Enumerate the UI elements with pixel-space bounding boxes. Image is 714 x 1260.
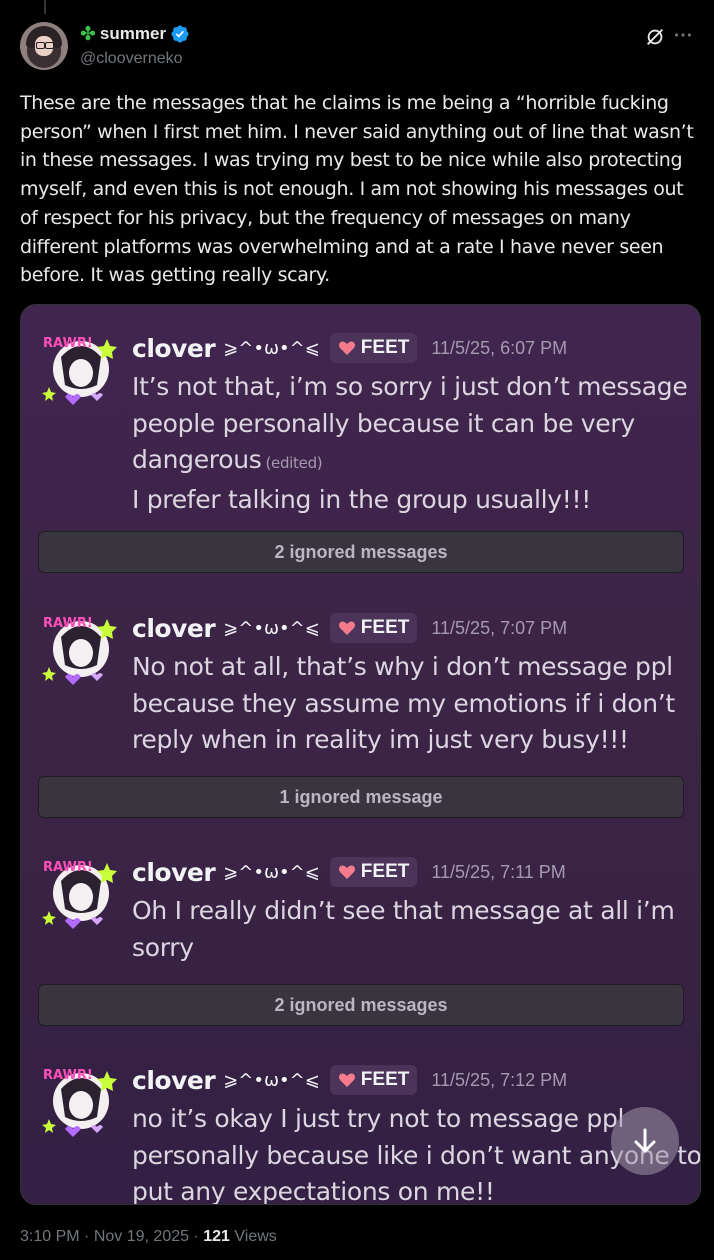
message-author: clover: [132, 333, 216, 363]
message-body: No not at all, that’s why i don’t messag…: [132, 652, 675, 754]
author-kaomoji: ⩾^•ω•^⩽: [223, 861, 320, 883]
tweet-meta: 3:10 PM · Nov 19, 2025 · 121 Views: [20, 1228, 277, 1245]
avatar-rawr-text: RAWR!: [43, 616, 93, 631]
message-body: It’s not that, i’m so sorry i just don’t…: [132, 372, 688, 514]
message-timestamp: 11/5/25, 6:07 PM: [431, 337, 568, 358]
role-tag: FEET: [329, 613, 418, 643]
views-count: 121: [203, 1228, 230, 1245]
more-options-icon[interactable]: [672, 24, 694, 46]
attached-screenshot[interactable]: RAWR! clover ⩾^•ω•^⩽ FEET 11/5/25, 6:07 …: [20, 304, 701, 1205]
tweet-date[interactable]: Nov 19, 2025: [94, 1228, 189, 1245]
heart-icon: [338, 1073, 355, 1087]
tweet-text: These are the messages that he claims is…: [20, 92, 694, 287]
message-header: clover ⩾^•ω•^⩽ FEET 11/5/25, 7:11 PM: [132, 857, 566, 887]
message-avatar: RAWR!: [42, 336, 117, 405]
role-tag: FEET: [329, 1065, 418, 1095]
message-author: clover: [132, 613, 216, 643]
grok-icon[interactable]: [644, 26, 666, 48]
role-tag: FEET: [329, 857, 418, 887]
scroll-to-bottom-button[interactable]: [611, 1107, 679, 1175]
message-author: clover: [132, 1065, 216, 1095]
tweet-time[interactable]: 3:10 PM: [20, 1228, 80, 1245]
avatar-rawr-text: RAWR!: [43, 336, 93, 351]
message-avatar: RAWR!: [42, 1068, 117, 1137]
ignored-messages-bar[interactable]: 2 ignored messages: [38, 984, 684, 1026]
message-author: clover: [132, 857, 216, 887]
message-header: clover ⩾^•ω•^⩽ FEET 11/5/25, 6:07 PM: [132, 333, 567, 363]
role-tag: FEET: [329, 333, 418, 363]
heart-icon: [338, 865, 355, 879]
author-avatar[interactable]: [20, 22, 68, 70]
views-label: Views: [234, 1228, 277, 1245]
tweet-header: ✤ summer @clooverneko: [20, 22, 694, 74]
clover-emoji-icon: ✤: [80, 23, 96, 45]
message-header: clover ⩾^•ω•^⩽ FEET 11/5/25, 7:12 PM: [132, 1065, 567, 1095]
arrow-down-icon: [634, 1128, 656, 1153]
message-avatar: RAWR!: [42, 860, 117, 929]
message-timestamp: 11/5/25, 7:11 PM: [431, 861, 566, 882]
author-kaomoji: ⩾^•ω•^⩽: [223, 337, 320, 359]
author-name-row[interactable]: ✤ summer: [80, 24, 190, 44]
verified-badge-icon: [171, 25, 189, 43]
message-timestamp: 11/5/25, 7:12 PM: [431, 1069, 568, 1090]
edited-label: (edited): [265, 454, 323, 472]
message-body: Oh I really didn’t see that message at a…: [132, 896, 675, 962]
ignored-messages-bar[interactable]: 1 ignored message: [38, 776, 684, 818]
author-kaomoji: ⩾^•ω•^⩽: [223, 1069, 320, 1091]
ignored-messages-bar[interactable]: 2 ignored messages: [38, 531, 684, 573]
author-kaomoji: ⩾^•ω•^⩽: [223, 617, 320, 639]
message-header: clover ⩾^•ω•^⩽ FEET 11/5/25, 7:07 PM: [132, 613, 567, 643]
author-handle[interactable]: @clooverneko: [80, 50, 183, 68]
message-avatar: RAWR!: [42, 616, 117, 685]
heart-icon: [338, 621, 355, 635]
heart-icon: [338, 341, 355, 355]
message-timestamp: 11/5/25, 7:07 PM: [431, 617, 568, 638]
message-body: no it’s okay I just try not to message p…: [132, 1104, 701, 1205]
avatar-rawr-text: RAWR!: [43, 1068, 93, 1083]
thread-connector-line: [44, 0, 46, 14]
avatar-rawr-text: RAWR!: [43, 860, 93, 875]
author-display-name[interactable]: summer: [100, 24, 166, 44]
